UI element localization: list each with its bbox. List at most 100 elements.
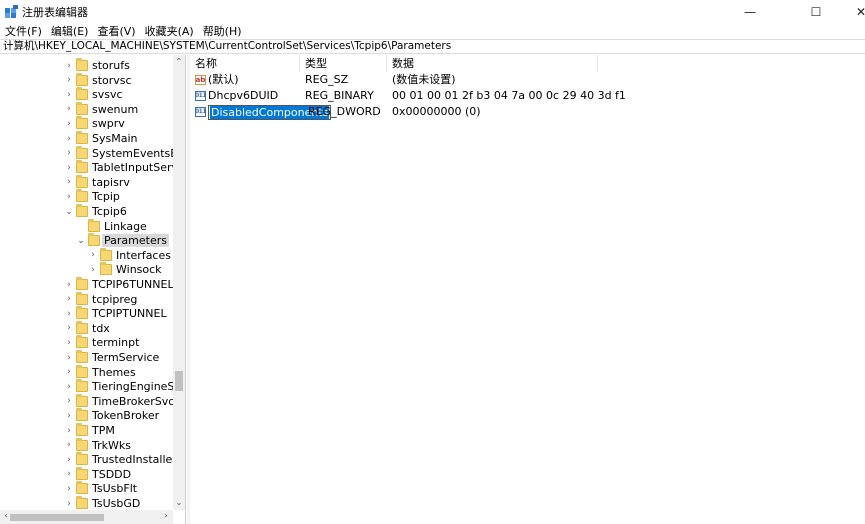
value-row-disabledcomponents[interactable]: 011 DisabledComponents REG_DWORD 0x00000… bbox=[190, 104, 481, 120]
chevron-right-icon[interactable]: › bbox=[64, 163, 74, 173]
folder-icon bbox=[100, 262, 112, 276]
menu-view[interactable]: 查看(V) bbox=[93, 23, 139, 39]
minimize-button[interactable]: — bbox=[727, 0, 773, 23]
chevron-right-icon[interactable]: › bbox=[64, 411, 74, 421]
tree-vertical-scroll-thumb[interactable] bbox=[175, 371, 183, 391]
value-row-default[interactable]: ab (默认) REG_SZ (数值未设置) bbox=[190, 72, 456, 88]
tree-node[interactable]: › Interfaces bbox=[88, 247, 171, 263]
menu-edit[interactable]: 编辑(E) bbox=[47, 23, 93, 39]
folder-icon bbox=[76, 423, 88, 436]
chevron-right-icon[interactable]: › bbox=[64, 367, 74, 377]
chevron-right-icon[interactable]: › bbox=[64, 177, 74, 187]
tree-node[interactable]: › svsvc bbox=[64, 87, 123, 102]
tree-node[interactable]: › TieringEngineService bbox=[64, 379, 185, 394]
tree-node[interactable]: › TCPIPTUNNEL bbox=[64, 306, 167, 321]
chevron-right-icon[interactable]: › bbox=[64, 61, 74, 71]
tree-node[interactable]: › SystemEventsBroker bbox=[64, 145, 185, 161]
folder-icon bbox=[76, 58, 88, 71]
tree-node[interactable]: › Themes bbox=[64, 364, 136, 380]
tree-node[interactable]: › TabletInputService bbox=[64, 160, 185, 175]
tree-node[interactable]: › storvsc bbox=[64, 72, 132, 88]
chevron-right-icon[interactable]: › bbox=[64, 455, 74, 465]
scroll-right-icon[interactable]: › bbox=[160, 511, 172, 520]
tree-node[interactable]: › TCPIP6TUNNEL bbox=[64, 277, 174, 292]
tree-node[interactable]: › TPM bbox=[64, 423, 115, 438]
tree-node[interactable]: ⌄ Parameters bbox=[76, 233, 169, 248]
tree-horizontal-scroll-thumb[interactable] bbox=[10, 514, 104, 521]
folder-icon bbox=[76, 101, 88, 115]
scroll-down-icon[interactable]: ⌄ bbox=[173, 498, 185, 507]
value-row-dhcpv6duid[interactable]: 011 Dhcpv6DUID REG_BINARY 00 01 00 01 2f… bbox=[190, 88, 626, 104]
tree-node[interactable]: › TSDDD bbox=[64, 466, 131, 482]
tree-node[interactable]: › swprv bbox=[64, 116, 125, 131]
chevron-right-icon[interactable]: › bbox=[64, 426, 74, 436]
chevron-right-icon[interactable]: › bbox=[88, 250, 98, 260]
tree-node-label: TermService bbox=[92, 351, 160, 364]
tree-node[interactable]: › TermService bbox=[64, 350, 159, 365]
tree-node[interactable]: › Winsock bbox=[88, 262, 162, 277]
chevron-right-icon[interactable]: › bbox=[64, 309, 74, 319]
chevron-right-icon[interactable]: › bbox=[64, 499, 74, 509]
tree-node[interactable]: › TrkWks bbox=[64, 437, 131, 453]
chevron-down-icon[interactable]: ⌄ bbox=[64, 207, 74, 217]
chevron-right-icon[interactable]: › bbox=[64, 148, 74, 158]
close-button[interactable]: ✕ bbox=[838, 0, 865, 23]
chevron-right-icon[interactable]: › bbox=[64, 484, 74, 494]
tree-node[interactable]: › tdx bbox=[64, 320, 110, 336]
menu-favorites[interactable]: 收藏夹(A) bbox=[141, 23, 198, 39]
chevron-right-icon[interactable]: › bbox=[64, 323, 74, 333]
tree-node[interactable]: › TrustedInstaller bbox=[64, 452, 177, 467]
tree-node[interactable]: › TsUsbFlt bbox=[64, 481, 137, 496]
tree-node[interactable]: › tcpipreg bbox=[64, 291, 137, 307]
folder-icon bbox=[76, 204, 88, 217]
chevron-right-icon[interactable]: › bbox=[64, 382, 74, 392]
value-type: REG_SZ bbox=[305, 73, 349, 86]
tree-node[interactable]: › tapisrv bbox=[64, 174, 130, 190]
chevron-right-icon[interactable]: › bbox=[64, 90, 74, 100]
chevron-right-icon[interactable]: › bbox=[64, 280, 74, 290]
tree-node[interactable]: › SysMain bbox=[64, 131, 137, 146]
chevron-right-icon[interactable]: › bbox=[64, 338, 74, 348]
chevron-right-icon[interactable]: › bbox=[64, 119, 74, 129]
tree-node[interactable]: Linkage bbox=[76, 218, 147, 234]
tree-horizontal-scrollbar[interactable]: ‹ › bbox=[0, 510, 173, 524]
tree-node-label: TokenBroker bbox=[92, 409, 160, 423]
chevron-right-icon[interactable]: › bbox=[64, 396, 74, 406]
tree-node[interactable]: › terminpt bbox=[64, 335, 139, 350]
value-data: 00 01 00 01 2f b3 04 7a 00 0c 29 40 3d f… bbox=[392, 89, 626, 102]
column-header-name[interactable]: 名称 bbox=[190, 55, 300, 72]
tree-node[interactable]: › TimeBrokerSvc bbox=[64, 393, 174, 409]
column-header-type[interactable]: 类型 bbox=[300, 55, 387, 72]
chevron-right-icon[interactable]: › bbox=[88, 265, 98, 275]
chevron-right-icon[interactable]: › bbox=[64, 353, 74, 363]
address-bar[interactable]: 计算机\HKEY_LOCAL_MACHINE\SYSTEM\CurrentCon… bbox=[0, 39, 865, 54]
folder-icon bbox=[76, 320, 88, 334]
chevron-right-icon[interactable]: › bbox=[64, 75, 74, 85]
scroll-up-icon[interactable]: ⌃ bbox=[173, 57, 185, 66]
maximize-button[interactable]: ☐ bbox=[793, 0, 839, 23]
chevron-right-icon[interactable]: › bbox=[64, 469, 74, 479]
folder-icon bbox=[76, 131, 88, 144]
tree-node[interactable]: › swenum bbox=[64, 101, 138, 117]
menu-file[interactable]: 文件(F) bbox=[1, 23, 46, 39]
tree-node-label: swprv bbox=[92, 117, 125, 131]
tree-node[interactable]: › TokenBroker bbox=[64, 408, 159, 423]
chevron-right-icon[interactable]: › bbox=[64, 134, 74, 144]
tree-node[interactable]: › storufs bbox=[64, 58, 130, 73]
menu-help[interactable]: 帮助(H) bbox=[199, 23, 246, 39]
column-header-data[interactable]: 数据 bbox=[387, 55, 598, 72]
chevron-right-icon[interactable]: › bbox=[64, 294, 74, 304]
tree-node[interactable]: ⌄ Tcpip6 bbox=[64, 204, 127, 219]
tree-node[interactable]: › Tcpip bbox=[64, 189, 120, 204]
folder-icon bbox=[76, 393, 88, 407]
chevron-down-icon[interactable]: ⌄ bbox=[76, 236, 86, 246]
chevron-right-icon[interactable]: › bbox=[64, 104, 74, 114]
chevron-right-icon[interactable]: › bbox=[64, 440, 74, 450]
tree-node[interactable]: › TsUsbGD bbox=[64, 496, 140, 511]
folder-icon bbox=[76, 277, 88, 290]
chevron-right-icon[interactable]: › bbox=[64, 192, 74, 202]
registry-tree: › storufs › storvsc › svsvc › swenum › swprv › SysM… bbox=[0, 55, 186, 524]
folder-icon bbox=[76, 174, 88, 188]
tree-node-label: Themes bbox=[92, 365, 136, 379]
tree-vertical-scrollbar[interactable]: ⌃ ⌄ bbox=[173, 55, 185, 510]
